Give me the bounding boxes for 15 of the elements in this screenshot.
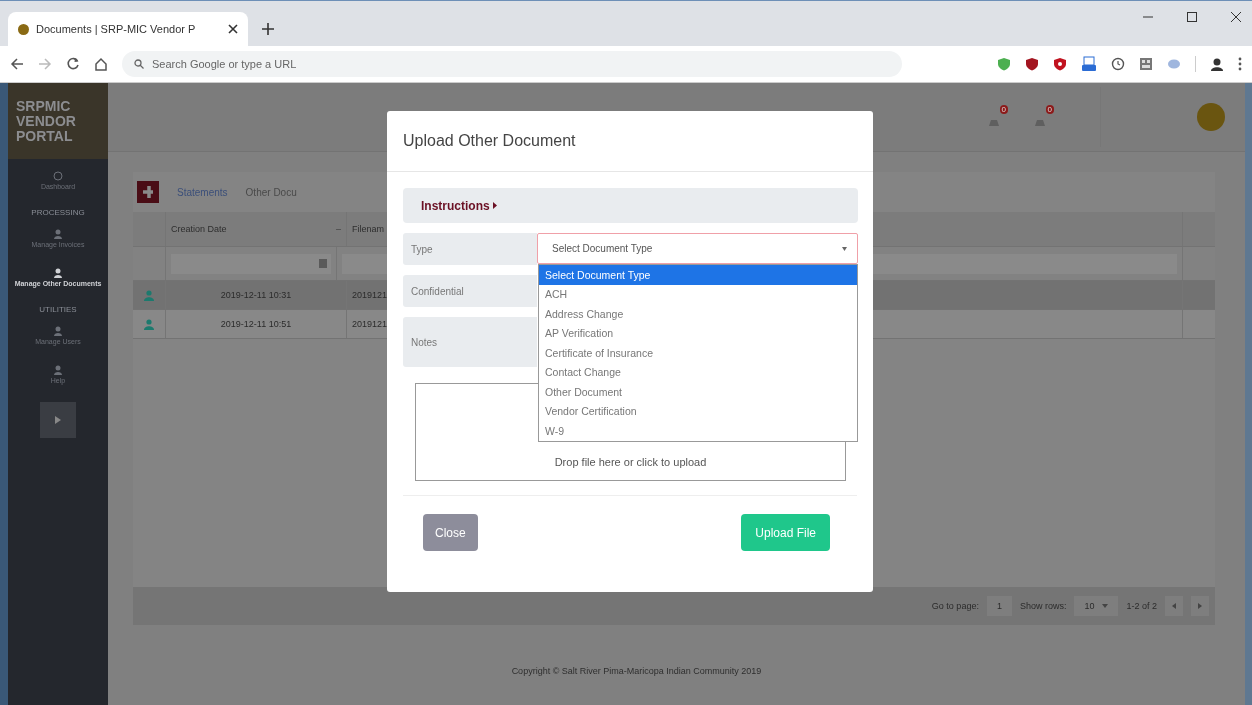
field-label: Notes (403, 317, 537, 367)
pager-label: Go to page: (931, 601, 979, 611)
table-cell: 2019-12-11 10:31 (166, 281, 347, 309)
pager-label: Show rows: (1019, 601, 1067, 611)
table-cell: 2019-12-11 10:51 (166, 310, 347, 338)
page-range: 1-2 of 2 (1126, 601, 1157, 611)
field-label: Type (403, 233, 537, 265)
count-badge: 0 (1045, 105, 1054, 114)
sidebar-section-heading: UTILITIES (39, 305, 77, 314)
dialog-title: Upload Other Document (403, 132, 576, 150)
copyright-text: Copyright © Salt River Pima-Maricopa Indian Community 2019 (511, 666, 762, 676)
sidebar-section-heading: PROCESSING (31, 208, 85, 217)
count-badge: 0 (999, 105, 1008, 114)
tab-title: Documents | SRP-MIC Vendor P (36, 23, 197, 35)
field-label: Confidential (403, 275, 537, 307)
